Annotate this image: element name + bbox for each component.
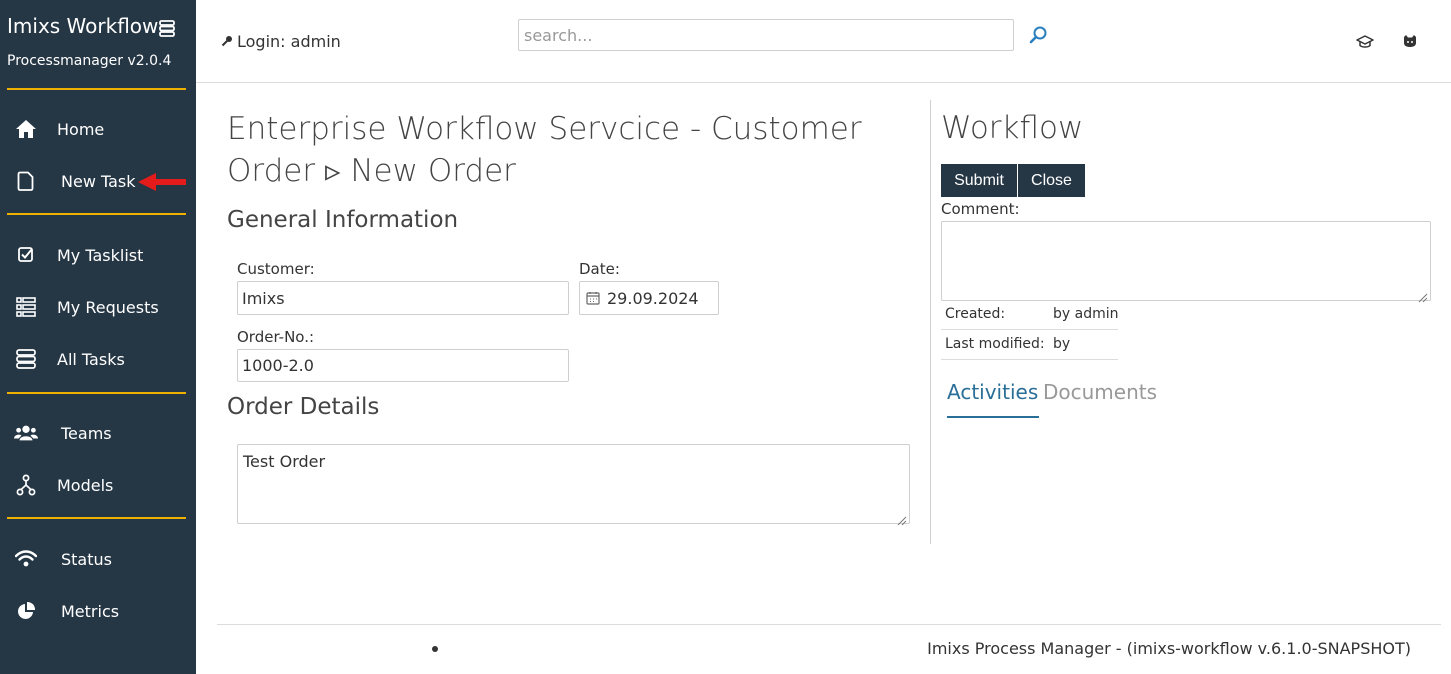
wifi-icon (14, 547, 38, 571)
order-details-heading: Order Details (227, 394, 380, 420)
sidebar-item-teams[interactable]: Teams (0, 411, 196, 455)
login-info: Login: admin (221, 32, 341, 51)
customer-field[interactable]: Imixs (237, 281, 569, 315)
sidebar-item-label: Status (61, 549, 112, 569)
date-value: 29.09.2024 (607, 288, 699, 308)
page-title: Enterprise Workflow Servcice - Customer … (227, 111, 862, 189)
github-icon[interactable] (1402, 33, 1420, 51)
stack-icon (14, 347, 38, 371)
sidebar-item-my-requests[interactable]: My Requests (0, 285, 196, 329)
sidebar-item-models[interactable]: Models (0, 463, 196, 507)
sidebar-separator (7, 213, 186, 215)
pie-chart-icon (14, 599, 38, 623)
sidebar-item-label: My Tasklist (57, 245, 144, 265)
login-text: Login: admin (237, 32, 341, 51)
sidebar-item-label: My Requests (57, 297, 159, 317)
date-field[interactable]: 29.09.2024 (579, 281, 719, 315)
meta-divider (941, 359, 1118, 360)
sidebar-item-label: Home (57, 119, 105, 139)
checkbox-icon (14, 243, 38, 267)
users-icon (14, 421, 38, 445)
close-button[interactable]: Close (1018, 164, 1085, 197)
list-icon (14, 295, 38, 319)
home-icon (14, 117, 38, 141)
customer-label: Customer: (237, 260, 315, 278)
sidebar-separator (7, 88, 186, 90)
last-modified-label: Last modified: (945, 336, 1045, 352)
footer-divider (217, 624, 1441, 625)
comment-label: Comment: (941, 200, 1020, 218)
footer-text: Imixs Process Manager - (imixs-workflow … (927, 639, 1411, 658)
sidebar-item-metrics[interactable]: Metrics (0, 589, 196, 633)
calendar-icon[interactable] (586, 291, 600, 305)
tab-activities[interactable]: Activities (947, 380, 1038, 404)
order-no-label: Order-No.: (237, 328, 315, 346)
order-no-value: 1000-2.0 (242, 356, 314, 375)
sitemap-icon (14, 473, 38, 497)
sidebar-separator (7, 517, 186, 519)
sidebar-item-status[interactable]: Status (0, 537, 196, 581)
key-icon (221, 32, 237, 51)
sidebar-item-label: All Tasks (57, 349, 125, 369)
order-details-value: Test Order (243, 452, 326, 471)
sidebar-item-label: Teams (61, 423, 112, 443)
footer-bullet (432, 646, 438, 652)
brand-version: Processmanager v2.0.4 (7, 53, 172, 69)
order-details-textarea[interactable]: Test Order (237, 444, 910, 526)
general-information-heading: General Information (227, 207, 459, 233)
sidebar: Imixs Workflow Processmanager v2.0.4 Hom… (0, 0, 196, 674)
date-label: Date: (579, 260, 620, 278)
sidebar-item-label: Metrics (61, 601, 120, 621)
file-icon (14, 169, 38, 193)
red-arrow-annotation (136, 171, 188, 193)
tab-documents[interactable]: Documents (1043, 380, 1157, 404)
sidebar-item-my-tasklist[interactable]: My Tasklist (0, 233, 196, 277)
sidebar-item-label: New Task (61, 171, 136, 191)
sidebar-item-home[interactable]: Home (0, 107, 196, 151)
sidebar-item-label: Models (57, 475, 114, 495)
graduation-cap-icon[interactable] (1356, 33, 1374, 51)
created-label: Created: (945, 306, 1006, 322)
menu-icon[interactable] (158, 19, 176, 37)
workflow-heading: Workflow (941, 110, 1084, 146)
order-no-field[interactable]: 1000-2.0 (237, 349, 569, 382)
resize-grip-icon[interactable] (1418, 288, 1428, 303)
column-divider (930, 100, 931, 544)
meta-divider (941, 329, 1118, 330)
comment-textarea[interactable] (941, 221, 1431, 303)
customer-value: Imixs (242, 288, 285, 308)
resize-grip-icon[interactable] (897, 511, 907, 526)
sidebar-separator (7, 392, 186, 394)
sidebar-item-all-tasks[interactable]: All Tasks (0, 337, 196, 381)
search-input[interactable] (518, 19, 1014, 51)
active-tab-indicator (947, 416, 1039, 418)
last-modified-value: by (1053, 336, 1071, 352)
search-icon[interactable] (1028, 25, 1048, 45)
submit-button[interactable]: Submit (941, 164, 1017, 197)
created-value: by admin (1053, 306, 1119, 322)
brand-title[interactable]: Imixs Workflow (7, 14, 158, 38)
top-header: Login: admin (196, 0, 1451, 83)
